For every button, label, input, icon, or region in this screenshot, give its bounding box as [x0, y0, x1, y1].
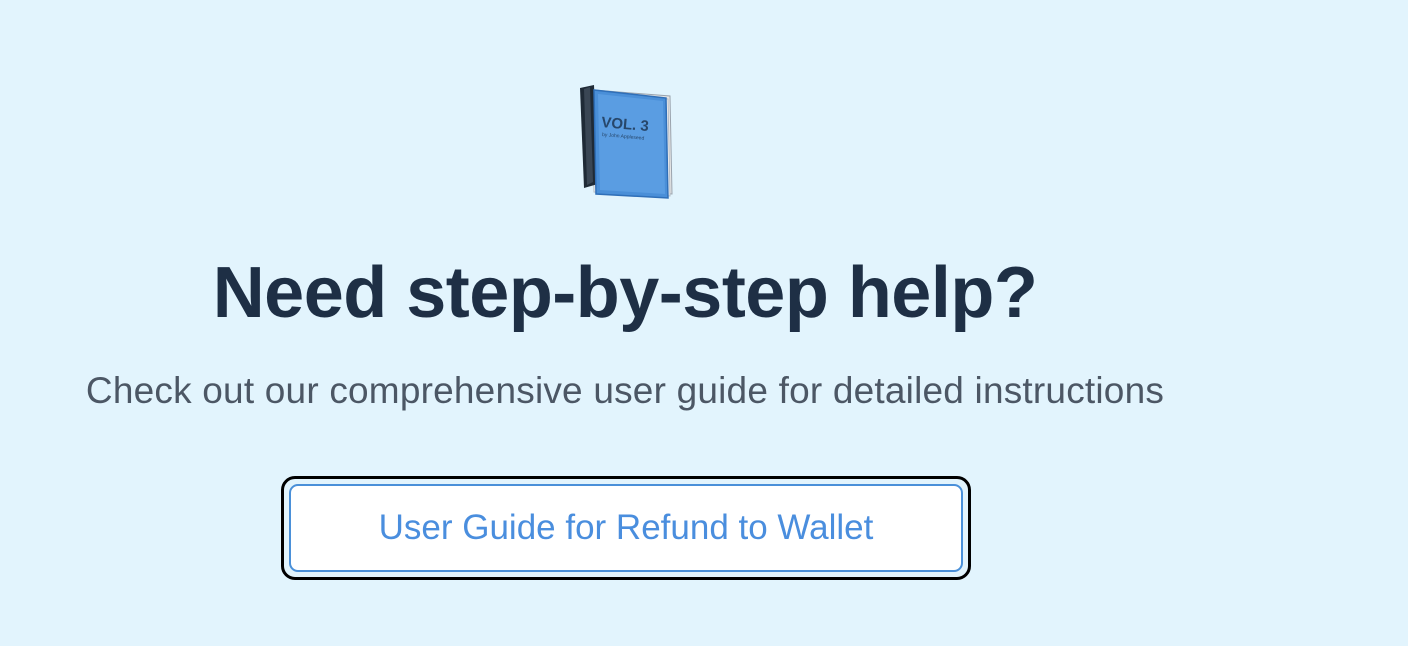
help-card: VOL. 3 by John Appleseed Need step-by-st… [0, 0, 1250, 646]
user-guide-button[interactable]: User Guide for Refund to Wallet [289, 484, 963, 572]
help-title: Need step-by-step help? [212, 253, 1038, 333]
help-description: Check out our comprehensive user guide f… [85, 370, 1165, 411]
blue-book-icon: VOL. 3 by John Appleseed [580, 85, 673, 199]
